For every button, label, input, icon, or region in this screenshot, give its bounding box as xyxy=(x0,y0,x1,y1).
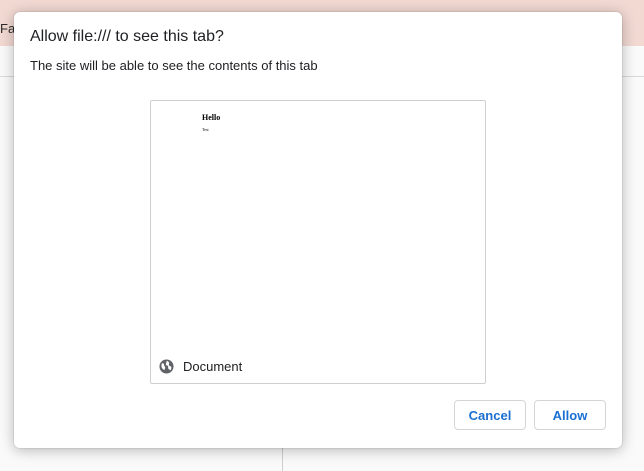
preview-footer: Document xyxy=(159,358,242,374)
share-tab-dialog: Allow file:/// to see this tab? The site… xyxy=(14,12,622,448)
dialog-subtitle: The site will be able to see the content… xyxy=(30,58,318,73)
preview-heading: Hello xyxy=(202,113,221,122)
preview-body-text: Test xyxy=(202,127,209,132)
tab-preview[interactable]: Hello Test Document xyxy=(150,100,486,384)
preview-tab-title: Document xyxy=(183,358,243,374)
globe-icon xyxy=(159,358,174,374)
allow-button[interactable]: Allow xyxy=(534,400,606,430)
cancel-button[interactable]: Cancel xyxy=(454,400,526,430)
dialog-title: Allow file:/// to see this tab? xyxy=(30,28,224,45)
